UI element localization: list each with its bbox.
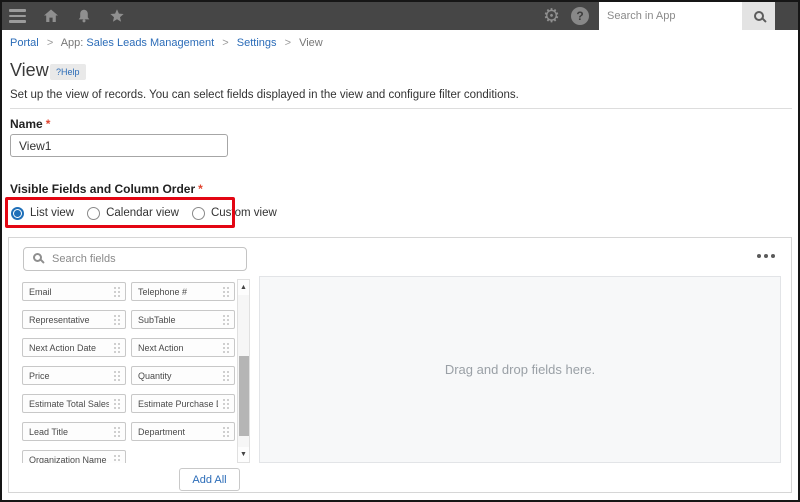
field-chip[interactable]: Telephone #: [131, 282, 235, 301]
field-chip[interactable]: Lead Title: [22, 422, 126, 441]
breadcrumb-current-page: View: [299, 37, 323, 49]
home-icon[interactable]: [43, 8, 59, 24]
notifications-bell-icon[interactable]: [76, 8, 92, 24]
field-chip[interactable]: Next Action: [131, 338, 235, 357]
field-chip[interactable]: Price: [22, 366, 126, 385]
scrollbar-thumb[interactable]: [238, 356, 249, 436]
field-chip[interactable]: Estimate Purchase D...: [131, 394, 235, 413]
field-chip[interactable]: Estimate Total Sales: [22, 394, 126, 413]
drag-handle-icon: [222, 426, 231, 439]
name-label: Name *: [10, 117, 51, 131]
view-type-radio-group: List view Calendar view Custom view: [11, 204, 277, 222]
scroll-up-icon[interactable]: ▲: [238, 280, 249, 295]
options-menu-icon[interactable]: [757, 254, 775, 258]
scroll-down-icon[interactable]: ▼: [238, 447, 249, 462]
breadcrumb-app-link[interactable]: Sales Leads Management: [86, 37, 214, 49]
drag-handle-icon: [113, 426, 122, 439]
drag-handle-icon: [113, 398, 122, 411]
drag-handle-icon: [113, 370, 122, 383]
section-divider: [10, 108, 792, 109]
topbar-right-cluster: ⚙ ?: [543, 2, 775, 30]
field-chip[interactable]: Department: [131, 422, 235, 441]
menu-icon[interactable]: [9, 9, 26, 23]
search-input[interactable]: [599, 2, 742, 30]
page-title: View: [10, 60, 49, 80]
breadcrumb-separator: >: [222, 37, 229, 49]
drag-handle-icon: [222, 342, 231, 355]
drag-handle-icon: [222, 286, 231, 299]
breadcrumb-settings-link[interactable]: Settings: [237, 37, 277, 49]
add-all-button[interactable]: Add All: [179, 468, 240, 491]
gear-icon[interactable]: ⚙: [543, 2, 560, 30]
page-description: Set up the view of records. You can sele…: [10, 89, 519, 101]
fields-search-box: [23, 247, 247, 271]
help-link-badge[interactable]: ?Help: [50, 64, 86, 80]
drag-handle-icon: [222, 314, 231, 327]
drag-handle-icon: [113, 314, 122, 327]
field-chip[interactable]: Organization Name: [22, 450, 126, 463]
radio-button-icon: [87, 206, 101, 220]
radio-button-icon: [11, 206, 24, 220]
drag-handle-icon: [222, 398, 231, 411]
breadcrumb: Portal > App: Sales Leads Management > S…: [10, 37, 323, 49]
favorites-star-icon[interactable]: [109, 8, 125, 24]
field-chip[interactable]: SubTable: [131, 310, 235, 329]
app-search-box: [599, 2, 775, 30]
breadcrumb-separator: >: [284, 37, 292, 49]
search-icon: [753, 11, 764, 21]
drag-handle-icon: [113, 454, 122, 463]
search-icon: [33, 253, 42, 262]
view-name-input[interactable]: [10, 134, 228, 157]
field-chip[interactable]: Quantity: [131, 366, 235, 385]
drag-handle-icon: [113, 286, 122, 299]
app-window: ⚙ ? Portal > App: Sales Leads Management…: [0, 0, 800, 502]
available-fields-list: Email Representative Next Action Date Pr…: [22, 282, 240, 463]
visible-fields-label: Visible Fields and Column Order *: [10, 182, 203, 196]
breadcrumb-app-prefix: App:: [60, 37, 87, 49]
breadcrumb-separator: >: [46, 37, 54, 49]
field-picker-panel: Email Representative Next Action Date Pr…: [8, 237, 792, 493]
drag-handle-icon: [113, 342, 122, 355]
drop-zone[interactable]: Drag and drop fields here.: [259, 276, 781, 463]
fields-scrollbar[interactable]: ▲ ▼: [237, 279, 250, 463]
topbar-left-icons: [2, 8, 125, 24]
search-button[interactable]: [742, 2, 775, 30]
required-asterisk: *: [45, 117, 51, 131]
field-chip[interactable]: Next Action Date: [22, 338, 126, 357]
fields-column-1: Email Representative Next Action Date Pr…: [22, 282, 126, 463]
radio-list-view[interactable]: List view: [11, 206, 74, 220]
radio-calendar-view[interactable]: Calendar view: [87, 206, 179, 220]
drop-zone-hint: Drag and drop fields here.: [444, 362, 596, 377]
required-asterisk: *: [198, 182, 203, 196]
search-fields-input[interactable]: [52, 248, 242, 270]
radio-custom-view[interactable]: Custom view: [191, 206, 277, 220]
field-chip[interactable]: Representative: [22, 310, 126, 329]
fields-column-2: Telephone # SubTable Next Action Quantit…: [131, 282, 235, 450]
drag-handle-icon: [222, 370, 231, 383]
top-navigation-bar: ⚙ ?: [2, 2, 798, 30]
breadcrumb-portal-link[interactable]: Portal: [10, 37, 39, 49]
radio-button-icon: [191, 206, 205, 220]
field-chip[interactable]: Email: [22, 282, 126, 301]
help-icon[interactable]: ?: [571, 7, 589, 25]
